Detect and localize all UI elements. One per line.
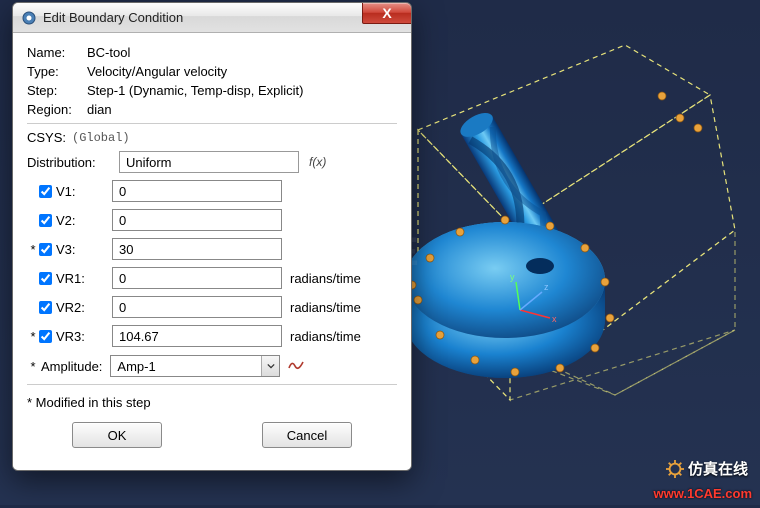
vr1-label: VR1: bbox=[56, 271, 112, 286]
v2-input[interactable] bbox=[112, 209, 282, 231]
app-icon bbox=[21, 10, 37, 26]
separator bbox=[27, 123, 397, 124]
svg-text:y: y bbox=[510, 272, 515, 282]
type-label: Type: bbox=[27, 64, 87, 79]
chevron-down-icon bbox=[261, 356, 279, 376]
brand-text: 仿真在线 bbox=[688, 458, 748, 479]
velocity-fields: V1: V2: * V3: VR1: bbox=[27, 179, 397, 348]
amp-star: * bbox=[27, 359, 39, 374]
url-watermark: www.1CAE.com bbox=[654, 486, 752, 501]
field-v1: V1: bbox=[27, 179, 397, 203]
csys-value: (Global) bbox=[72, 131, 130, 145]
name-label: Name: bbox=[27, 45, 87, 60]
vr3-input[interactable] bbox=[112, 325, 282, 347]
vr3-label: VR3: bbox=[56, 329, 112, 344]
field-vr1: VR1: radians/time bbox=[27, 266, 397, 290]
close-button[interactable]: X bbox=[362, 2, 412, 24]
amplitude-value: Amp-1 bbox=[117, 359, 155, 374]
name-value: BC-tool bbox=[87, 45, 130, 60]
distribution-value: Uniform bbox=[126, 155, 172, 170]
type-value: Velocity/Angular velocity bbox=[87, 64, 227, 79]
v3-input[interactable] bbox=[112, 238, 282, 260]
v1-checkbox[interactable] bbox=[39, 185, 52, 198]
field-vr3: * VR3: radians/time bbox=[27, 324, 397, 348]
button-row: OK Cancel bbox=[27, 422, 397, 458]
step-value: Step-1 (Dynamic, Temp-disp, Explicit) bbox=[87, 83, 304, 98]
brand-watermark: 仿真在线 bbox=[666, 458, 748, 479]
field-vr2: VR2: radians/time bbox=[27, 295, 397, 319]
vr2-checkbox[interactable] bbox=[39, 301, 52, 314]
model-render: x y z bbox=[400, 0, 760, 505]
amplitude-combo[interactable]: Amp-1 bbox=[110, 355, 280, 377]
vr3-unit: radians/time bbox=[290, 329, 361, 344]
svg-text:x: x bbox=[552, 314, 557, 324]
field-v3: * V3: bbox=[27, 237, 397, 261]
vr2-label: VR2: bbox=[56, 300, 112, 315]
step-label: Step: bbox=[27, 83, 87, 98]
titlebar[interactable]: Edit Boundary Condition X bbox=[13, 3, 411, 33]
region-label: Region: bbox=[27, 102, 87, 117]
vr3-checkbox[interactable] bbox=[39, 330, 52, 343]
v1-input[interactable] bbox=[112, 180, 282, 202]
modified-note: * Modified in this step bbox=[27, 395, 397, 410]
vr1-unit: radians/time bbox=[290, 271, 361, 286]
field-v2: V2: bbox=[27, 208, 397, 232]
amplitude-row: * Amplitude: Amp-1 bbox=[27, 354, 397, 378]
distribution-label: Distribution: bbox=[27, 155, 119, 170]
viewport-3d[interactable]: x y z bbox=[400, 0, 760, 505]
dialog-content: Name:BC-tool Type:Velocity/Angular veloc… bbox=[13, 33, 411, 470]
csys-label: CSYS: bbox=[27, 130, 72, 145]
vr1-checkbox[interactable] bbox=[39, 272, 52, 285]
dialog-title: Edit Boundary Condition bbox=[43, 10, 183, 25]
v1-label: V1: bbox=[56, 184, 112, 199]
v2-checkbox[interactable] bbox=[39, 214, 52, 227]
edit-bc-dialog: Edit Boundary Condition X Name:BC-tool T… bbox=[12, 2, 412, 471]
v3-label: V3: bbox=[56, 242, 112, 257]
v3-checkbox[interactable] bbox=[39, 243, 52, 256]
vr1-input[interactable] bbox=[112, 267, 282, 289]
v2-label: V2: bbox=[56, 213, 112, 228]
svg-text:z: z bbox=[544, 282, 549, 292]
ok-button[interactable]: OK bbox=[72, 422, 162, 448]
separator-2 bbox=[27, 384, 397, 385]
gear-icon bbox=[666, 460, 684, 478]
region-value: dian bbox=[87, 102, 112, 117]
close-icon: X bbox=[382, 5, 391, 21]
cancel-button[interactable]: Cancel bbox=[262, 422, 352, 448]
amplitude-curve-icon[interactable] bbox=[288, 358, 304, 375]
vr2-input[interactable] bbox=[112, 296, 282, 318]
vr2-unit: radians/time bbox=[290, 300, 361, 315]
distribution-combo[interactable]: Uniform bbox=[119, 151, 299, 173]
amplitude-label: Amplitude: bbox=[41, 359, 102, 374]
fx-icon[interactable]: f(x) bbox=[309, 155, 326, 169]
